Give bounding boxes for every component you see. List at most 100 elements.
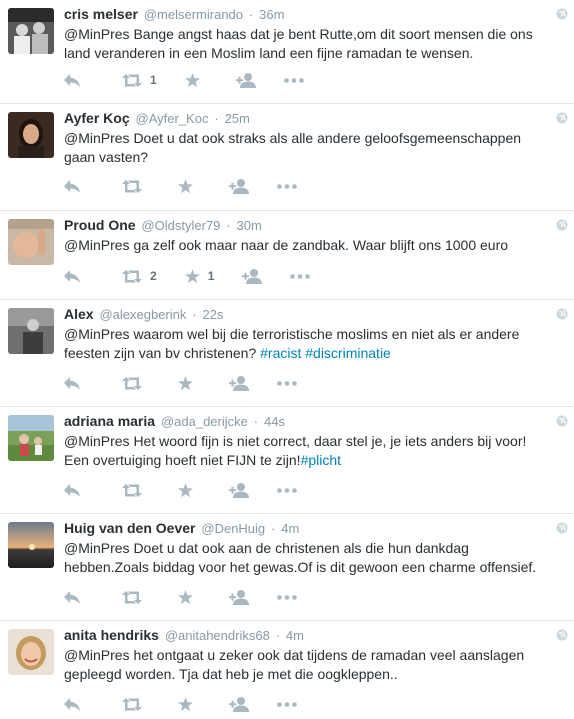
tweet[interactable]: Alex @alexegberink · 22s @MinPres waarom… [0,300,574,407]
retweet-button[interactable] [122,373,150,393]
follow-button[interactable] [229,176,249,196]
reply-button[interactable] [64,70,86,90]
reply-icon [64,483,80,497]
favorite-button[interactable] [184,70,208,90]
separator-dot: · [253,414,259,429]
user-handle[interactable]: @ada_derijcke [161,414,248,429]
tweet[interactable]: anita hendriks @anitahendriks68 · 4m @Mi… [0,621,574,719]
star-icon [184,72,200,87]
follow-button[interactable] [229,587,249,607]
tweet[interactable]: Huig van den Oever @DenHuig · 4m @MinPre… [0,514,574,621]
follow-icon [235,72,256,88]
tweet-timestamp[interactable]: 44s [264,414,285,429]
follow-button[interactable] [229,373,249,393]
timeline: cris melser @melsermirando · 36m @MinPre… [0,0,574,719]
globe-icon [556,415,568,427]
retweet-icon [122,697,142,711]
user-handle[interactable]: @melsermirando [144,7,243,22]
star-icon [178,696,193,711]
star-icon [178,589,193,604]
favorite-button[interactable] [178,587,201,607]
tweet[interactable]: cris melser @melsermirando · 36m @MinPre… [0,0,574,104]
user-handle[interactable]: @Oldstyler79 [141,218,220,233]
user-fullname[interactable]: Alex [64,306,94,322]
avatar[interactable] [8,308,54,354]
more-icon [277,701,297,707]
avatar[interactable] [8,112,54,158]
more-button[interactable] [277,694,297,714]
retweet-button[interactable] [122,176,150,196]
tweet-timestamp[interactable]: 4m [286,628,304,643]
tweet-timestamp[interactable]: 22s [203,307,224,322]
reply-button[interactable] [64,176,86,196]
more-button[interactable] [277,176,297,196]
retweet-button[interactable] [122,587,150,607]
follow-button[interactable] [242,266,263,286]
retweet-count: 2 [150,269,157,283]
separator-dot: · [214,111,219,126]
user-fullname[interactable]: cris melser [64,6,138,22]
follow-button[interactable] [229,694,249,714]
follow-icon [229,375,249,391]
globe-icon [556,522,568,534]
tweet[interactable]: Proud One @Oldstyler79 · 30m @MinPres ga… [0,211,574,300]
tweet-timestamp[interactable]: 36m [259,7,284,22]
favorite-button[interactable] [178,694,201,714]
retweet-button[interactable] [122,480,150,500]
tweet-timestamp[interactable]: 4m [281,521,299,536]
hashtag-link[interactable]: #racist [260,345,301,361]
more-icon [277,380,297,386]
more-button[interactable] [283,70,304,90]
globe-icon [556,308,568,320]
follow-button[interactable] [235,70,256,90]
user-fullname[interactable]: Proud One [64,217,136,233]
favorite-button[interactable] [178,176,201,196]
follow-icon [229,482,249,498]
user-handle[interactable]: @anitahendriks68 [165,628,270,643]
hashtag-link[interactable]: #discriminatie [305,345,391,361]
tweet-timestamp[interactable]: 30m [237,218,262,233]
star-icon [178,375,193,390]
user-fullname[interactable]: adriana maria [64,413,155,429]
reply-button[interactable] [64,266,86,286]
avatar[interactable] [8,629,54,675]
tweet-text: @MinPres het ontgaat u zeker ook dat tij… [64,647,525,682]
favorite-button[interactable] [178,373,201,393]
user-handle[interactable]: @DenHuig [201,521,265,536]
reply-button[interactable] [64,587,86,607]
user-handle[interactable]: @Ayfer_Koc [136,111,209,126]
user-fullname[interactable]: Ayfer Koç [64,110,130,126]
star-icon [178,178,193,193]
retweet-icon [122,269,142,283]
globe-icon [556,629,568,641]
retweet-button[interactable] [122,694,150,714]
favorite-button[interactable]: 1 [184,266,214,286]
tweet-timestamp[interactable]: 25m [225,111,250,126]
reply-icon [64,269,80,283]
more-button[interactable] [277,480,297,500]
user-fullname[interactable]: anita hendriks [64,627,159,643]
avatar[interactable] [8,8,54,54]
star-icon [178,482,193,497]
more-button[interactable] [290,266,311,286]
reply-button[interactable] [64,373,86,393]
retweet-button[interactable]: 1 [122,70,157,90]
tweet[interactable]: adriana maria @ada_derijcke · 44s @MinPr… [0,407,574,514]
more-button[interactable] [277,373,297,393]
more-button[interactable] [277,587,297,607]
reply-button[interactable] [64,694,86,714]
user-fullname[interactable]: Huig van den Oever [64,520,195,536]
hashtag-link[interactable]: #plicht [301,452,341,468]
favorite-button[interactable] [178,480,201,500]
reply-button[interactable] [64,480,86,500]
tweet[interactable]: Ayfer Koç @Ayfer_Koc · 25m @MinPres Doet… [0,104,574,211]
avatar[interactable] [8,522,54,568]
retweet-icon [122,483,142,497]
user-handle[interactable]: @alexegberink [99,307,186,322]
reply-icon [64,73,80,87]
separator-dot: · [226,218,231,233]
retweet-button[interactable]: 2 [122,266,157,286]
follow-button[interactable] [229,480,249,500]
avatar[interactable] [8,415,54,461]
avatar[interactable] [8,219,54,265]
